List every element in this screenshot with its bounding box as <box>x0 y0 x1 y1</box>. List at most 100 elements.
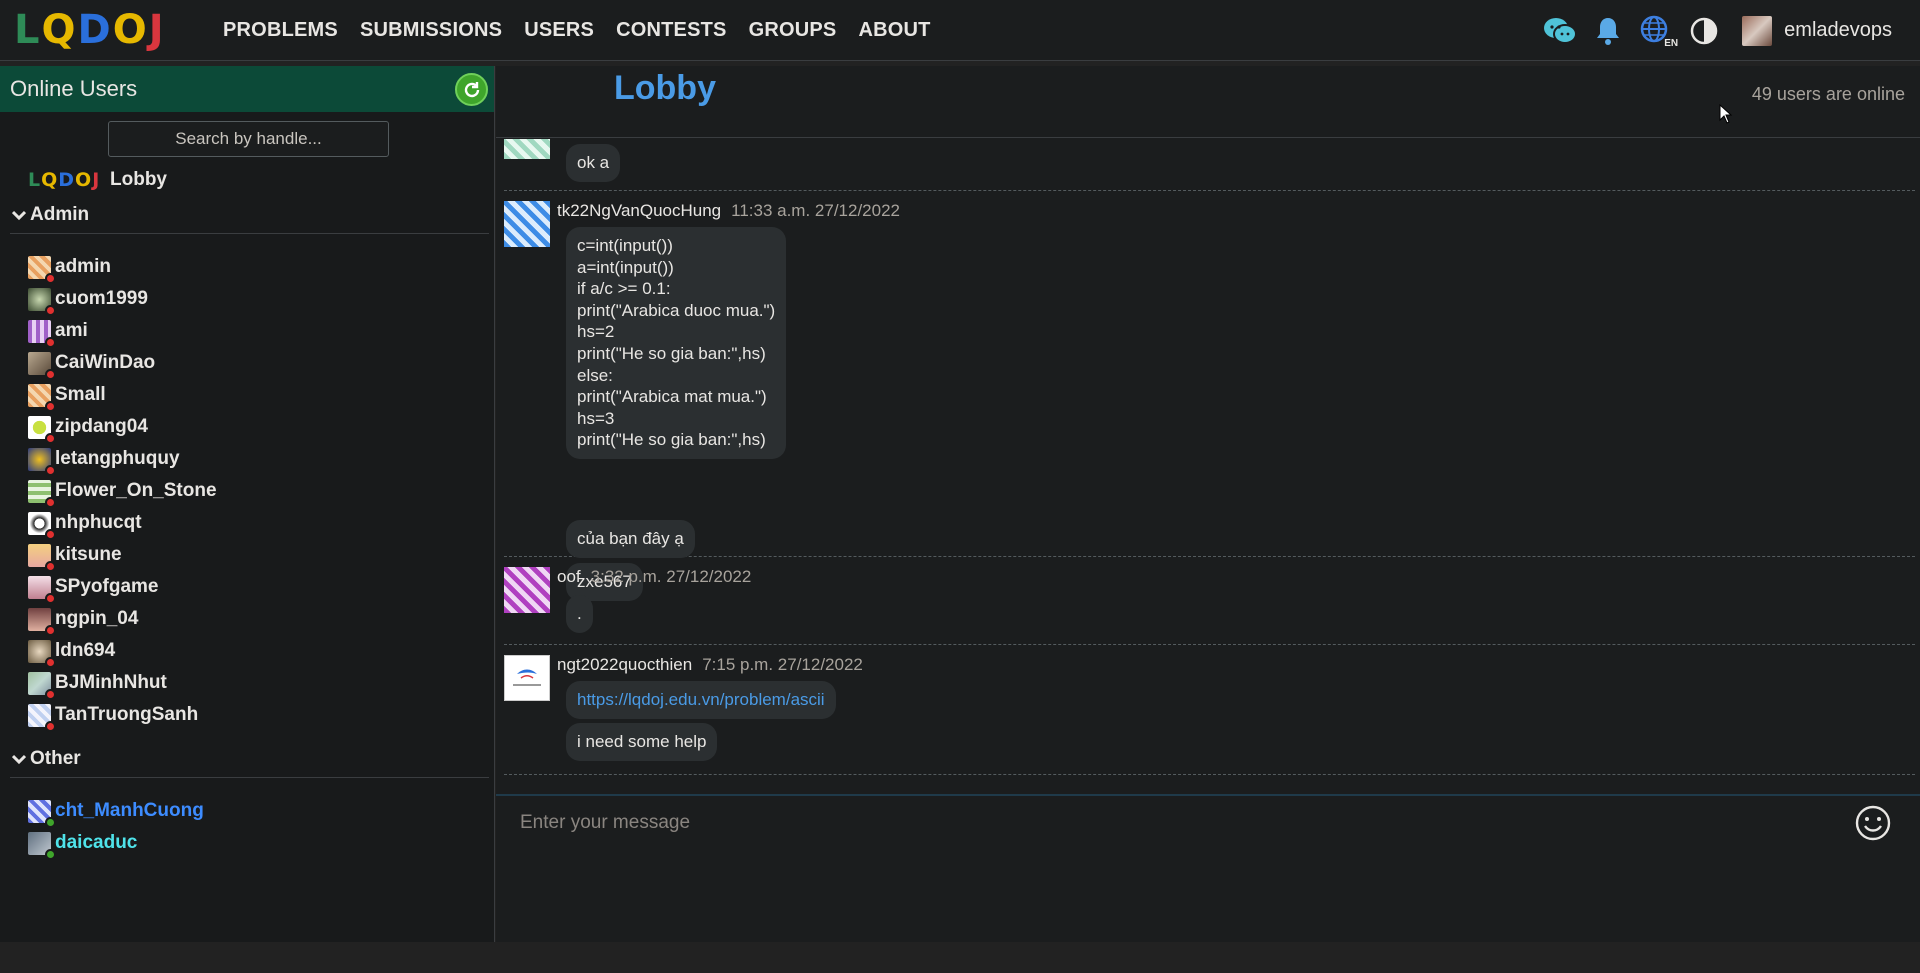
username-link[interactable]: kitsune <box>55 544 122 566</box>
username-link[interactable]: cht_ManhCuong <box>55 800 204 822</box>
message-bubble: của bạn đây ạ <box>566 520 695 558</box>
user-row-cuom1999[interactable]: cuom1999 <box>28 283 494 316</box>
avatar <box>28 543 56 572</box>
lobby-room-item[interactable]: LQDOJ Lobby <box>28 167 494 193</box>
message-timestamp: 7:15 p.m. 27/12/2022 <box>702 655 863 674</box>
username-link[interactable]: ami <box>55 320 88 342</box>
message-group: ok a <box>504 139 1915 191</box>
user-avatar[interactable] <box>1742 15 1773 46</box>
message-bubble-code: c=int(input()) a=int(input()) if a/c >= … <box>566 227 787 459</box>
username-link[interactable]: zipdang04 <box>55 416 148 438</box>
avatar <box>504 567 550 613</box>
chevron-down-icon <box>12 210 26 221</box>
avatar <box>28 671 56 700</box>
message-group: oof 3:32 p.m. 27/12/2022 . <box>504 557 1915 645</box>
offline-status-dot <box>45 400 56 412</box>
globe-icon[interactable]: EN <box>1638 13 1678 49</box>
username-link[interactable]: Small <box>55 384 106 406</box>
username-link[interactable]: CaiWinDao <box>55 352 155 374</box>
nav-problems[interactable]: PROBLEMS <box>212 19 349 42</box>
avatar <box>28 703 56 732</box>
nav-about[interactable]: ABOUT <box>847 19 941 42</box>
user-row-caiwindao[interactable]: CaiWinDao <box>28 347 494 380</box>
message-bubble: . <box>566 595 593 633</box>
username-link[interactable]: BJMinhNhut <box>55 672 167 694</box>
username-link[interactable]: TanTruongSanh <box>55 704 198 726</box>
bell-icon[interactable] <box>1590 13 1626 49</box>
username-link[interactable]: Flower_On_Stone <box>55 480 217 502</box>
user-row-ldn694[interactable]: ldn694 <box>28 635 494 668</box>
logo-letter-d: D <box>77 7 113 53</box>
message-username[interactable]: tk22NgVanQuocHung <box>557 201 721 220</box>
user-row-ami[interactable]: ami <box>28 315 494 348</box>
user-row-small[interactable]: Small <box>28 379 494 412</box>
message-group: tk22NgVanQuocHung 11:33 a.m. 27/12/2022 c… <box>504 191 1915 601</box>
user-row-ngpin-04[interactable]: ngpin_04 <box>28 603 494 636</box>
username-link[interactable]: ldn694 <box>55 640 115 662</box>
offline-status-dot <box>45 720 56 732</box>
chevron-down-icon <box>12 754 26 765</box>
user-row-admin[interactable]: admin <box>28 251 494 284</box>
message-bubble: ok a <box>566 144 621 182</box>
offline-status-dot <box>45 592 56 604</box>
avatar <box>28 447 56 476</box>
message-list: ok a tk22NgVanQuocHung 11:33 a.m. 27/12/2… <box>504 139 1915 779</box>
search-input[interactable] <box>108 121 389 157</box>
room-title: Lobby <box>614 69 716 107</box>
nav-groups[interactable]: GROUPS <box>738 19 848 42</box>
username[interactable]: emladevops <box>1784 19 1892 42</box>
lobby-logo-icon: LQDOJ <box>28 169 102 191</box>
other-group-toggle[interactable]: Other <box>12 741 494 777</box>
emoji-icon[interactable] <box>1854 804 1892 842</box>
user-row-kitsune[interactable]: kitsune <box>28 539 494 572</box>
problem-link[interactable]: https://lqdoj.edu.vn/problem/ascii <box>577 690 825 709</box>
admin-group-toggle[interactable]: Admin <box>12 197 494 233</box>
message-username[interactable]: ngt2022quocthien <box>557 655 692 674</box>
chat-icon[interactable] <box>1542 13 1578 49</box>
mini-logo-q: Q <box>41 169 59 191</box>
avatar <box>504 655 550 701</box>
lobby-label: Lobby <box>110 169 167 190</box>
user-row-daicaduc[interactable]: daicaduc <box>28 827 494 860</box>
username-link[interactable]: daicaduc <box>55 832 137 854</box>
offline-status-dot <box>45 272 56 284</box>
message-composer[interactable]: Enter your message <box>496 794 1920 929</box>
offline-status-dot <box>45 656 56 668</box>
message-bubble: i need some help <box>566 723 718 761</box>
avatar <box>504 201 550 247</box>
username-link[interactable]: letangphuquy <box>55 448 180 470</box>
message-username[interactable]: oof <box>557 567 581 586</box>
avatar <box>28 511 56 540</box>
user-row-bjminhnhut[interactable]: BJMinhNhut <box>28 667 494 700</box>
avatar <box>28 831 56 860</box>
nav-users[interactable]: USERS <box>513 19 605 42</box>
online-users-sidebar: Online Users LQDOJ Lobby Admin admin cuo… <box>0 66 495 942</box>
sidebar-title: Online Users <box>10 76 138 101</box>
site-logo[interactable]: L Q D O J <box>14 7 180 53</box>
avatar <box>28 287 56 316</box>
user-row-letangphuquy[interactable]: letangphuquy <box>28 443 494 476</box>
username-link[interactable]: nhphucqt <box>55 512 142 534</box>
user-row-spyofgame[interactable]: SPyofgame <box>28 571 494 604</box>
username-link[interactable]: cuom1999 <box>55 288 148 310</box>
chat-panel: Lobby 49 users are online ok a tk22NgVan… <box>496 66 1920 942</box>
avatar <box>28 383 56 412</box>
username-link[interactable]: ngpin_04 <box>55 608 138 630</box>
nav-contests[interactable]: CONTESTS <box>605 19 738 42</box>
user-row-tantruongsanh[interactable]: TanTruongSanh <box>28 699 494 732</box>
offline-status-dot <box>45 336 56 348</box>
username-link[interactable]: SPyofgame <box>55 576 158 598</box>
avatar <box>28 415 56 444</box>
user-row-cht-manhcuong[interactable]: cht_ManhCuong <box>28 795 494 828</box>
dark-mode-toggle-icon[interactable] <box>1686 13 1722 49</box>
username-link[interactable]: admin <box>55 256 111 278</box>
offline-status-dot <box>45 688 56 700</box>
refresh-icon[interactable] <box>455 73 488 106</box>
top-navbar: L Q D O J PROBLEMS SUBMISSIONS USERS CON… <box>0 0 1920 61</box>
message-input[interactable]: Enter your message <box>520 812 690 834</box>
user-row-flower-on-stone[interactable]: Flower_On_Stone <box>28 475 494 508</box>
user-row-nhphucqt[interactable]: nhphucqt <box>28 507 494 540</box>
mini-logo-o: O <box>75 169 93 191</box>
nav-submissions[interactable]: SUBMISSIONS <box>349 19 513 42</box>
user-row-zipdang04[interactable]: zipdang04 <box>28 411 494 444</box>
